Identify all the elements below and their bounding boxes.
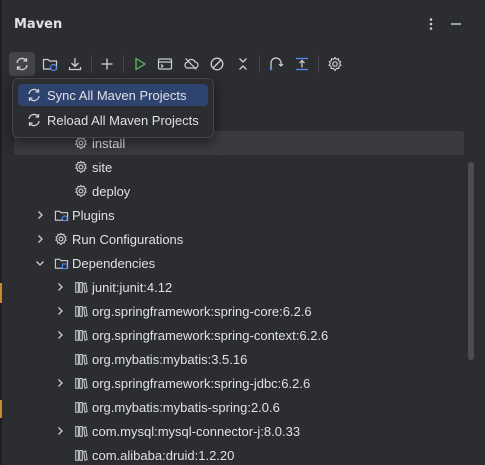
tree-item-dependencies[interactable]: Dependencies xyxy=(14,251,464,275)
maven-tool-window: Maven install site deploy Plugins Run Co… xyxy=(0,0,485,465)
tree-item-label: com.alibaba:druid:1.2.20 xyxy=(92,447,235,463)
download-sources-button[interactable] xyxy=(63,52,87,76)
skip-tests-icon xyxy=(210,57,224,71)
offline-icon xyxy=(184,58,199,70)
chevron-right-icon[interactable] xyxy=(34,209,46,221)
library-icon xyxy=(73,327,89,343)
add-button[interactable] xyxy=(95,52,119,76)
vertical-scrollbar[interactable] xyxy=(468,162,474,360)
expand-all-icon xyxy=(296,57,308,71)
chevron-down-icon[interactable] xyxy=(34,257,46,269)
dependency-item[interactable]: org.mybatis:mybatis-spring:2.0.6 xyxy=(14,395,464,419)
dependency-item[interactable]: com.alibaba:druid:1.2.20 xyxy=(14,443,464,465)
download-icon xyxy=(68,58,82,71)
tree-item-label: site xyxy=(92,159,113,175)
minimize-icon xyxy=(451,23,461,25)
dependency-item[interactable]: org.springframework:spring-jdbc:6.2.6 xyxy=(14,371,464,395)
library-icon xyxy=(73,279,89,295)
chevron-right-icon[interactable] xyxy=(54,377,66,389)
sync-button[interactable] xyxy=(9,52,35,76)
dependencies-folder-icon xyxy=(53,255,69,271)
run-maven-build-button[interactable] xyxy=(128,52,152,76)
maven-toolbar xyxy=(0,50,485,78)
more-vertical-icon xyxy=(429,18,433,30)
tree-item-label: Dependencies xyxy=(72,255,156,271)
plugins-folder-icon xyxy=(53,207,69,223)
skip-tests-button[interactable] xyxy=(205,52,229,76)
plus-icon xyxy=(101,58,113,70)
run-configurations-gear-icon xyxy=(53,231,69,247)
menu-item-label: Reload All Maven Projects xyxy=(47,113,199,128)
lifecycle-gear-icon xyxy=(73,159,89,175)
tree-item-label: org.springframework:spring-jdbc:6.2.6 xyxy=(92,375,311,391)
tree-item-label: Plugins xyxy=(72,207,115,223)
chevron-right-icon[interactable] xyxy=(54,329,66,341)
dependency-item[interactable]: junit:junit:4.12 xyxy=(14,275,464,299)
reload-icon xyxy=(28,113,40,127)
run-icon xyxy=(135,57,146,71)
dependency-item[interactable]: org.mybatis:mybatis:3.5.16 xyxy=(14,347,464,371)
toolbar-separator xyxy=(123,55,124,73)
tree-item-deploy[interactable]: deploy xyxy=(14,179,464,203)
tree-item-label: org.mybatis:mybatis:3.5.16 xyxy=(92,351,248,367)
show-dependencies-button[interactable] xyxy=(264,52,288,76)
collapse-icon xyxy=(239,58,247,70)
chevron-right-icon[interactable] xyxy=(54,425,66,437)
library-icon xyxy=(73,399,89,415)
sync-icon xyxy=(16,57,28,71)
toolbar-separator xyxy=(91,55,92,73)
panel-title: Maven xyxy=(14,17,63,32)
toolbar-separator xyxy=(318,55,319,73)
toolbar-separator xyxy=(259,55,260,73)
add-maven-project-button[interactable] xyxy=(38,52,62,76)
chevron-right-icon[interactable] xyxy=(54,281,66,293)
maven-settings-button[interactable] xyxy=(323,52,347,76)
dependency-item[interactable]: com.mysql:mysql-connector-j:8.0.33 xyxy=(14,419,464,443)
library-icon xyxy=(73,303,89,319)
execute-goal-button[interactable] xyxy=(153,52,177,76)
tree-item-label: Run Configurations xyxy=(72,231,184,247)
sync-icon xyxy=(28,88,40,102)
show-dependencies-icon xyxy=(269,57,284,71)
tree-item-label: junit:junit:4.12 xyxy=(92,279,173,295)
lifecycle-gear-icon xyxy=(73,183,89,199)
tree-item-run-configurations[interactable]: Run Configurations xyxy=(14,227,464,251)
tree-item-site[interactable]: site xyxy=(14,155,464,179)
tool-window-header: Maven xyxy=(0,0,485,48)
dependency-item[interactable]: org.springframework:spring-core:6.2.6 xyxy=(14,299,464,323)
library-icon xyxy=(73,375,89,391)
tree-item-plugins[interactable]: Plugins xyxy=(14,203,464,227)
sync-all-maven-projects-item[interactable]: Sync All Maven Projects xyxy=(18,84,208,106)
tree-item-label: org.springframework:spring-core:6.2.6 xyxy=(92,303,312,319)
toggle-offline-button[interactable] xyxy=(179,52,203,76)
hide-panel-button[interactable] xyxy=(446,14,466,34)
tree-item-label: com.mysql:mysql-connector-j:8.0.33 xyxy=(92,423,301,439)
chevron-right-icon[interactable] xyxy=(34,233,46,245)
execute-goal-icon xyxy=(157,58,173,70)
tree-item-label: org.springframework:spring-context:6.2.6 xyxy=(92,327,329,343)
settings-icon xyxy=(328,56,342,72)
collapse-button[interactable] xyxy=(231,52,255,76)
menu-item-label: Sync All Maven Projects xyxy=(47,88,187,103)
dependency-item[interactable]: org.springframework:spring-context:6.2.6 xyxy=(14,323,464,347)
library-icon xyxy=(73,447,89,463)
library-icon xyxy=(73,423,89,439)
more-options-button[interactable] xyxy=(421,14,441,34)
tree-item-label: org.mybatis:mybatis-spring:2.0.6 xyxy=(92,399,280,415)
reload-all-maven-projects-item[interactable]: Reload All Maven Projects xyxy=(18,109,208,131)
add-folder-icon xyxy=(42,58,58,72)
sync-popup-menu: Sync All Maven Projects Reload All Maven… xyxy=(12,78,214,138)
tree-item-label: deploy xyxy=(92,183,131,199)
library-icon xyxy=(73,351,89,367)
expand-all-button[interactable] xyxy=(290,52,314,76)
chevron-right-icon[interactable] xyxy=(54,305,66,317)
